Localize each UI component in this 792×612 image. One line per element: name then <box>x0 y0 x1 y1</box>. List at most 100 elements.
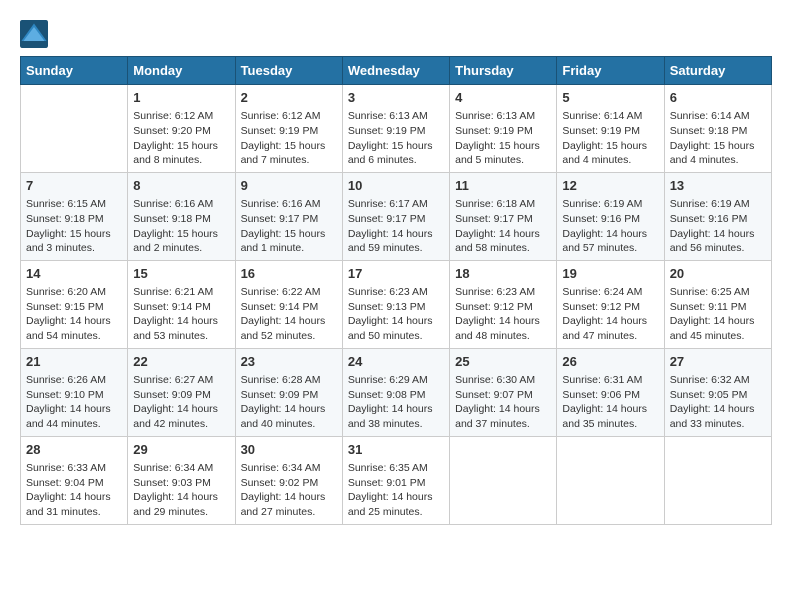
page-header <box>20 20 772 48</box>
day-info: Sunrise: 6:16 AM Sunset: 9:18 PM Dayligh… <box>133 197 229 256</box>
day-info: Sunrise: 6:18 AM Sunset: 9:17 PM Dayligh… <box>455 197 551 256</box>
day-number: 5 <box>562 89 658 107</box>
logo-icon <box>20 20 48 48</box>
weekday-header: Friday <box>557 57 664 85</box>
calendar-table: SundayMondayTuesdayWednesdayThursdayFrid… <box>20 56 772 525</box>
calendar-cell: 30 Sunrise: 6:34 AM Sunset: 9:02 PM Dayli… <box>235 436 342 524</box>
calendar-cell: 16 Sunrise: 6:22 AM Sunset: 9:14 PM Dayli… <box>235 260 342 348</box>
calendar-cell: 4 Sunrise: 6:13 AM Sunset: 9:19 PM Daylig… <box>450 85 557 173</box>
calendar-cell: 28Sunrise: 6:33 AM Sunset: 9:04 PM Dayli… <box>21 436 128 524</box>
day-info: Sunrise: 6:25 AM Sunset: 9:11 PM Dayligh… <box>670 285 766 344</box>
calendar-cell: 1 Sunrise: 6:12 AM Sunset: 9:20 PM Daylig… <box>128 85 235 173</box>
day-info: Sunrise: 6:17 AM Sunset: 9:17 PM Dayligh… <box>348 197 444 256</box>
day-number: 7 <box>26 177 122 195</box>
day-number: 18 <box>455 265 551 283</box>
day-info: Sunrise: 6:33 AM Sunset: 9:04 PM Dayligh… <box>26 461 122 520</box>
day-info: Sunrise: 6:26 AM Sunset: 9:10 PM Dayligh… <box>26 373 122 432</box>
calendar-cell <box>664 436 771 524</box>
day-info: Sunrise: 6:32 AM Sunset: 9:05 PM Dayligh… <box>670 373 766 432</box>
calendar-cell: 12 Sunrise: 6:19 AM Sunset: 9:16 PM Dayli… <box>557 172 664 260</box>
day-info: Sunrise: 6:13 AM Sunset: 9:19 PM Dayligh… <box>455 109 551 168</box>
day-info: Sunrise: 6:12 AM Sunset: 9:19 PM Dayligh… <box>241 109 337 168</box>
calendar-body: 1 Sunrise: 6:12 AM Sunset: 9:20 PM Daylig… <box>21 85 772 525</box>
day-info: Sunrise: 6:12 AM Sunset: 9:20 PM Dayligh… <box>133 109 229 168</box>
calendar-cell: 27 Sunrise: 6:32 AM Sunset: 9:05 PM Dayli… <box>664 348 771 436</box>
day-info: Sunrise: 6:31 AM Sunset: 9:06 PM Dayligh… <box>562 373 658 432</box>
weekday-header: Monday <box>128 57 235 85</box>
day-number: 12 <box>562 177 658 195</box>
calendar-cell <box>450 436 557 524</box>
calendar-cell: 14 Sunrise: 6:20 AM Sunset: 9:15 PM Dayli… <box>21 260 128 348</box>
calendar-cell: 7 Sunrise: 6:15 AM Sunset: 9:18 PM Daylig… <box>21 172 128 260</box>
day-info: Sunrise: 6:34 AM Sunset: 9:02 PM Dayligh… <box>241 461 337 520</box>
calendar-cell <box>21 85 128 173</box>
day-number: 21 <box>26 353 122 371</box>
calendar-cell: 6 Sunrise: 6:14 AM Sunset: 9:18 PM Daylig… <box>664 85 771 173</box>
day-info: Sunrise: 6:23 AM Sunset: 9:13 PM Dayligh… <box>348 285 444 344</box>
calendar-cell: 3Sunrise: 6:13 AM Sunset: 9:19 PM Daylig… <box>342 85 449 173</box>
calendar-week-row: 14 Sunrise: 6:20 AM Sunset: 9:15 PM Dayli… <box>21 260 772 348</box>
day-info: Sunrise: 6:30 AM Sunset: 9:07 PM Dayligh… <box>455 373 551 432</box>
day-number: 16 <box>241 265 337 283</box>
day-info: Sunrise: 6:35 AM Sunset: 9:01 PM Dayligh… <box>348 461 444 520</box>
day-number: 4 <box>455 89 551 107</box>
day-number: 24 <box>348 353 444 371</box>
weekday-header: Sunday <box>21 57 128 85</box>
day-number: 8 <box>133 177 229 195</box>
calendar-cell: 31Sunrise: 6:35 AM Sunset: 9:01 PM Dayli… <box>342 436 449 524</box>
calendar-cell: 18 Sunrise: 6:23 AM Sunset: 9:12 PM Dayli… <box>450 260 557 348</box>
day-info: Sunrise: 6:20 AM Sunset: 9:15 PM Dayligh… <box>26 285 122 344</box>
day-info: Sunrise: 6:15 AM Sunset: 9:18 PM Dayligh… <box>26 197 122 256</box>
day-info: Sunrise: 6:19 AM Sunset: 9:16 PM Dayligh… <box>670 197 766 256</box>
day-number: 9 <box>241 177 337 195</box>
calendar-cell: 13 Sunrise: 6:19 AM Sunset: 9:16 PM Dayli… <box>664 172 771 260</box>
weekday-header: Tuesday <box>235 57 342 85</box>
calendar-cell: 15 Sunrise: 6:21 AM Sunset: 9:14 PM Dayli… <box>128 260 235 348</box>
day-info: Sunrise: 6:24 AM Sunset: 9:12 PM Dayligh… <box>562 285 658 344</box>
day-number: 14 <box>26 265 122 283</box>
calendar-cell: 2Sunrise: 6:12 AM Sunset: 9:19 PM Daylig… <box>235 85 342 173</box>
calendar-cell: 19 Sunrise: 6:24 AM Sunset: 9:12 PM Dayli… <box>557 260 664 348</box>
day-number: 11 <box>455 177 551 195</box>
day-info: Sunrise: 6:29 AM Sunset: 9:08 PM Dayligh… <box>348 373 444 432</box>
day-number: 20 <box>670 265 766 283</box>
day-number: 3 <box>348 89 444 107</box>
calendar-cell: 26 Sunrise: 6:31 AM Sunset: 9:06 PM Dayli… <box>557 348 664 436</box>
day-info: Sunrise: 6:28 AM Sunset: 9:09 PM Dayligh… <box>241 373 337 432</box>
calendar-week-row: 7 Sunrise: 6:15 AM Sunset: 9:18 PM Daylig… <box>21 172 772 260</box>
day-number: 15 <box>133 265 229 283</box>
calendar-cell: 11 Sunrise: 6:18 AM Sunset: 9:17 PM Dayli… <box>450 172 557 260</box>
calendar-cell: 24 Sunrise: 6:29 AM Sunset: 9:08 PM Dayli… <box>342 348 449 436</box>
header-row: SundayMondayTuesdayWednesdayThursdayFrid… <box>21 57 772 85</box>
day-info: Sunrise: 6:14 AM Sunset: 9:19 PM Dayligh… <box>562 109 658 168</box>
day-info: Sunrise: 6:22 AM Sunset: 9:14 PM Dayligh… <box>241 285 337 344</box>
calendar-cell: 5 Sunrise: 6:14 AM Sunset: 9:19 PM Daylig… <box>557 85 664 173</box>
day-number: 30 <box>241 441 337 459</box>
day-number: 23 <box>241 353 337 371</box>
calendar-cell: 25 Sunrise: 6:30 AM Sunset: 9:07 PM Dayli… <box>450 348 557 436</box>
day-info: Sunrise: 6:23 AM Sunset: 9:12 PM Dayligh… <box>455 285 551 344</box>
weekday-header: Thursday <box>450 57 557 85</box>
calendar-cell: 21 Sunrise: 6:26 AM Sunset: 9:10 PM Dayli… <box>21 348 128 436</box>
calendar-cell: 10 Sunrise: 6:17 AM Sunset: 9:17 PM Dayli… <box>342 172 449 260</box>
calendar-week-row: 28Sunrise: 6:33 AM Sunset: 9:04 PM Dayli… <box>21 436 772 524</box>
day-info: Sunrise: 6:16 AM Sunset: 9:17 PM Dayligh… <box>241 197 337 256</box>
day-number: 6 <box>670 89 766 107</box>
day-info: Sunrise: 6:14 AM Sunset: 9:18 PM Dayligh… <box>670 109 766 168</box>
calendar-cell: 20 Sunrise: 6:25 AM Sunset: 9:11 PM Dayli… <box>664 260 771 348</box>
day-info: Sunrise: 6:19 AM Sunset: 9:16 PM Dayligh… <box>562 197 658 256</box>
day-number: 13 <box>670 177 766 195</box>
day-number: 27 <box>670 353 766 371</box>
day-info: Sunrise: 6:27 AM Sunset: 9:09 PM Dayligh… <box>133 373 229 432</box>
day-info: Sunrise: 6:21 AM Sunset: 9:14 PM Dayligh… <box>133 285 229 344</box>
day-number: 26 <box>562 353 658 371</box>
logo <box>20 20 52 48</box>
day-number: 19 <box>562 265 658 283</box>
day-info: Sunrise: 6:34 AM Sunset: 9:03 PM Dayligh… <box>133 461 229 520</box>
day-number: 1 <box>133 89 229 107</box>
day-number: 25 <box>455 353 551 371</box>
day-number: 10 <box>348 177 444 195</box>
day-number: 17 <box>348 265 444 283</box>
calendar-cell <box>557 436 664 524</box>
calendar-cell: 9 Sunrise: 6:16 AM Sunset: 9:17 PM Daylig… <box>235 172 342 260</box>
